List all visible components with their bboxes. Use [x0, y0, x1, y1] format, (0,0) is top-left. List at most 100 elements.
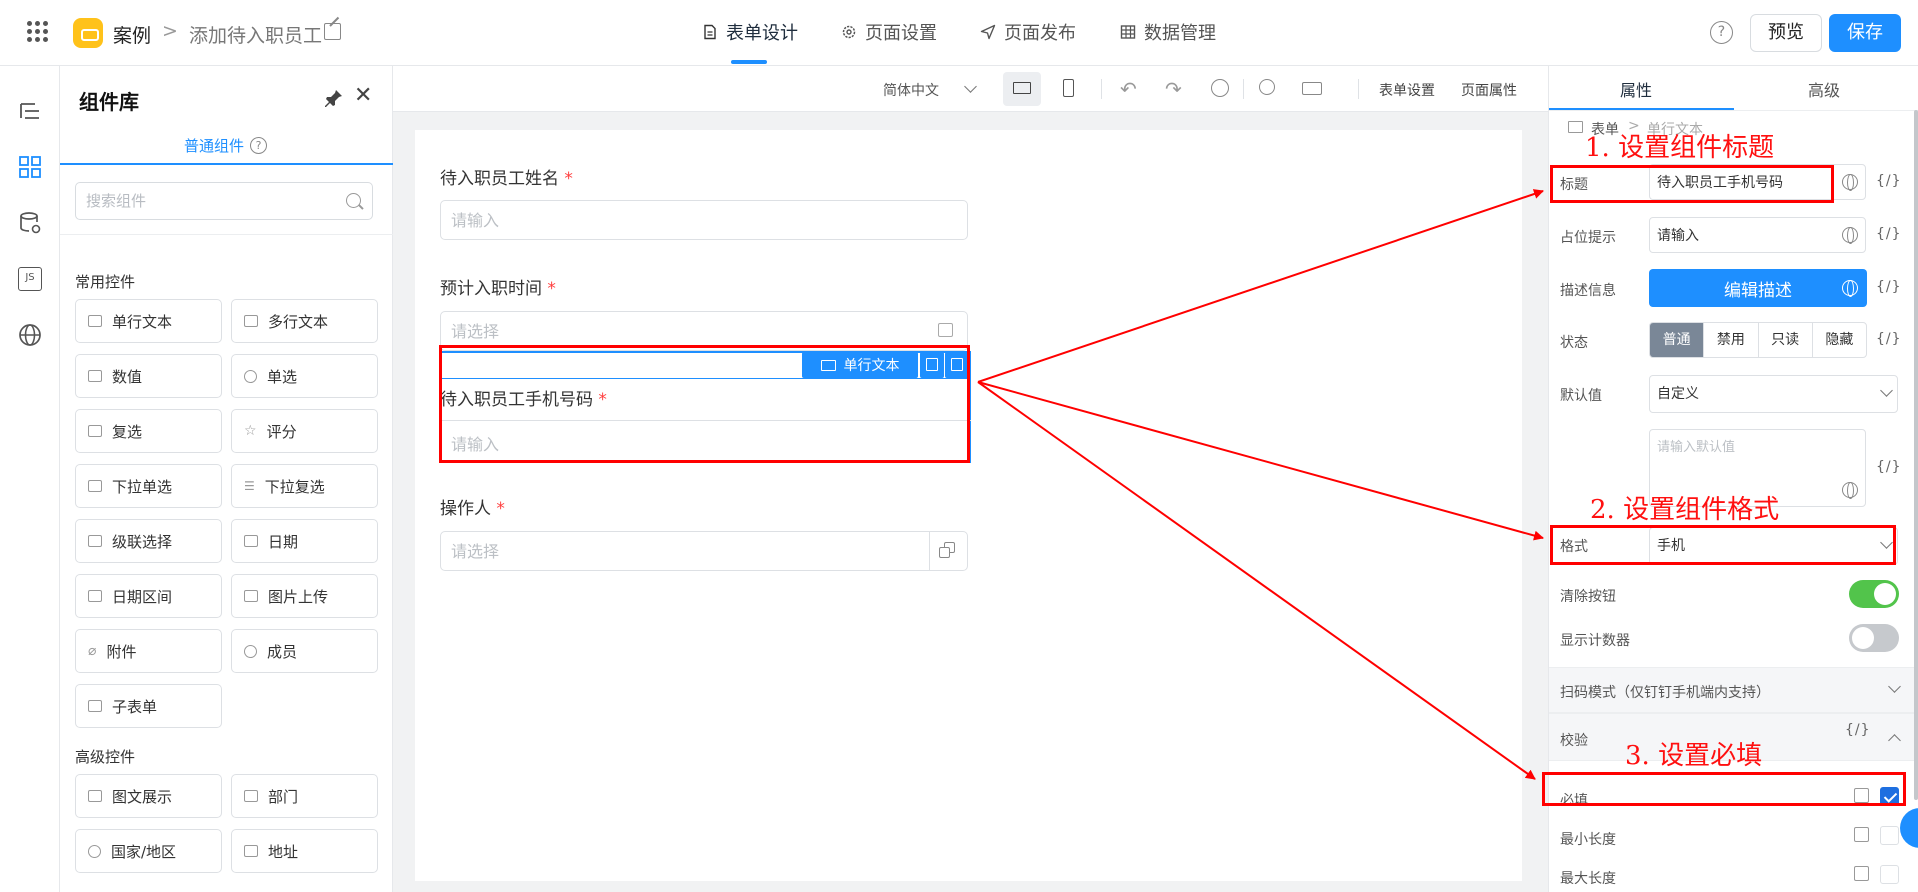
- save-button[interactable]: 保存: [1829, 14, 1901, 52]
- help-icon[interactable]: ?: [250, 137, 268, 154]
- language-select[interactable]: 简体中文: [883, 80, 939, 100]
- section-title: 校验: [1560, 733, 1588, 749]
- expression-icon[interactable]: {/}: [1876, 459, 1902, 475]
- edit-title-icon[interactable]: [324, 23, 341, 40]
- component-multi-line-text[interactable]: 多行文本: [231, 299, 378, 343]
- field-label-name: 待入职员工姓名 *: [440, 169, 573, 189]
- component-single-line-text[interactable]: 单行文本: [75, 299, 222, 343]
- component-label: 评分: [266, 422, 297, 441]
- state-option-normal[interactable]: 普通: [1650, 323, 1705, 357]
- i18n-globe-icon[interactable]: [1842, 482, 1858, 499]
- tab-advanced[interactable]: 高级: [1808, 77, 1840, 101]
- app-logo-icon[interactable]: [73, 18, 103, 48]
- form-settings-link[interactable]: 表单设置: [1379, 80, 1435, 100]
- max-length-checkbox[interactable]: [1880, 865, 1899, 884]
- i18n-globe-icon[interactable]: [1842, 280, 1858, 297]
- history-icon[interactable]: [1211, 79, 1229, 97]
- close-icon[interactable]: ✕: [354, 85, 372, 107]
- chevron-down-icon[interactable]: [964, 80, 977, 93]
- component-label: 单行文本: [112, 312, 173, 331]
- pin-icon[interactable]: [324, 88, 344, 108]
- page-properties-link[interactable]: 页面属性: [1461, 80, 1517, 100]
- datasource-icon[interactable]: [18, 211, 42, 235]
- expression-icon[interactable]: {/}: [1876, 173, 1902, 189]
- tab-page-settings[interactable]: 页面设置: [841, 19, 937, 45]
- tab-properties[interactable]: 属性: [1620, 77, 1652, 101]
- tab-common-components[interactable]: 普通组件 ?: [184, 135, 268, 156]
- chevron-down-icon[interactable]: [1888, 680, 1901, 693]
- clear-button-toggle[interactable]: [1849, 580, 1899, 608]
- preview-button[interactable]: 预览: [1750, 14, 1822, 52]
- search-icon[interactable]: [1259, 79, 1275, 95]
- component-radio[interactable]: 单选: [231, 354, 378, 398]
- component-cascade[interactable]: 级联选择: [75, 519, 222, 563]
- i18n-globe-icon[interactable]: [1842, 227, 1858, 244]
- operator-picker[interactable]: [440, 531, 968, 571]
- annotation-box-format: [1550, 525, 1896, 565]
- component-rating[interactable]: ☆ 评分: [231, 409, 378, 453]
- search-icon[interactable]: [346, 193, 361, 208]
- component-attachment[interactable]: ⌀ 附件: [75, 629, 222, 673]
- chevron-up-icon[interactable]: [1888, 734, 1901, 747]
- undo-icon[interactable]: ↶: [1120, 77, 1137, 101]
- counter-toggle[interactable]: [1849, 624, 1899, 652]
- breadcrumb-app[interactable]: 案例: [113, 21, 151, 48]
- toggle-knob: [1874, 583, 1896, 605]
- outline-tree-icon[interactable]: [18, 99, 42, 123]
- component-rich-display[interactable]: 图文展示: [75, 774, 222, 818]
- component-dropdown-single[interactable]: 下拉单选: [75, 464, 222, 508]
- state-option-disabled[interactable]: 禁用: [1704, 323, 1759, 357]
- scan-mode-section[interactable]: 扫码模式（仅钉钉手机端内支持）: [1549, 667, 1918, 713]
- component-number[interactable]: 数值: [75, 354, 222, 398]
- left-rail: JS: [0, 66, 60, 892]
- component-label: 下拉复选: [264, 477, 325, 496]
- component-subform[interactable]: 子表单: [75, 684, 222, 728]
- help-icon[interactable]: ?: [1710, 21, 1733, 44]
- min-length-checkbox[interactable]: [1880, 826, 1899, 845]
- component-country-region[interactable]: 国家/地区: [75, 829, 222, 873]
- tab-form-design[interactable]: 表单设计: [702, 19, 798, 45]
- placeholder-input[interactable]: [1649, 217, 1866, 253]
- default-value-mode-select[interactable]: 自定义: [1649, 375, 1898, 413]
- member-picker-icon[interactable]: [939, 542, 957, 560]
- component-date-range[interactable]: 日期区间: [75, 574, 222, 618]
- calendar-icon[interactable]: [938, 323, 953, 337]
- component-label: 地址: [268, 842, 299, 861]
- redo-icon[interactable]: ↷: [1165, 77, 1182, 101]
- state-option-hidden[interactable]: 隐藏: [1813, 323, 1866, 357]
- properties-scrollbar[interactable]: [1914, 110, 1918, 800]
- component-address[interactable]: 地址: [231, 829, 378, 873]
- component-date[interactable]: 日期: [231, 519, 378, 563]
- desktop-view-icon[interactable]: [1013, 82, 1031, 94]
- expression-icon[interactable]: {/}: [1876, 331, 1902, 347]
- expression-icon[interactable]: {/}: [1876, 279, 1902, 295]
- component-department[interactable]: 部门: [231, 774, 378, 818]
- component-image-upload[interactable]: 图片上传: [231, 574, 378, 618]
- components-icon[interactable]: [18, 155, 42, 179]
- divider: [1358, 79, 1359, 99]
- apps-grid-icon[interactable]: [27, 21, 49, 43]
- component-member[interactable]: 成员: [231, 629, 378, 673]
- canvas-toolbar: 简体中文 ↶ ↷ 表单设置 页面属性: [393, 66, 1548, 112]
- edit-description-button[interactable]: 编辑描述: [1649, 269, 1867, 307]
- expression-icon[interactable]: {/}: [1845, 722, 1871, 738]
- expression-icon[interactable]: {/}: [1876, 226, 1902, 242]
- js-code-icon[interactable]: JS: [18, 267, 42, 291]
- tab-page-publish[interactable]: 页面发布: [980, 19, 1076, 45]
- edit-icon[interactable]: [1854, 827, 1869, 842]
- mobile-view-icon[interactable]: [1063, 79, 1074, 97]
- state-option-readonly[interactable]: 只读: [1759, 323, 1813, 357]
- edit-icon[interactable]: [1854, 866, 1869, 881]
- component-dropdown-multi[interactable]: ☰ 下拉复选: [231, 464, 378, 508]
- keyboard-icon[interactable]: [1302, 82, 1322, 95]
- richtext-icon: [88, 790, 102, 802]
- component-label: 部门: [268, 787, 299, 806]
- search-components-input[interactable]: [75, 182, 373, 220]
- employee-name-input[interactable]: [440, 200, 968, 240]
- component-checkbox[interactable]: 复选: [75, 409, 222, 453]
- tab-data-management[interactable]: 数据管理: [1120, 19, 1216, 45]
- i18n-globe-icon[interactable]: [1842, 174, 1858, 191]
- gear-icon: [841, 24, 857, 40]
- globe-icon[interactable]: [18, 323, 42, 347]
- component-label: 附件: [106, 642, 137, 661]
